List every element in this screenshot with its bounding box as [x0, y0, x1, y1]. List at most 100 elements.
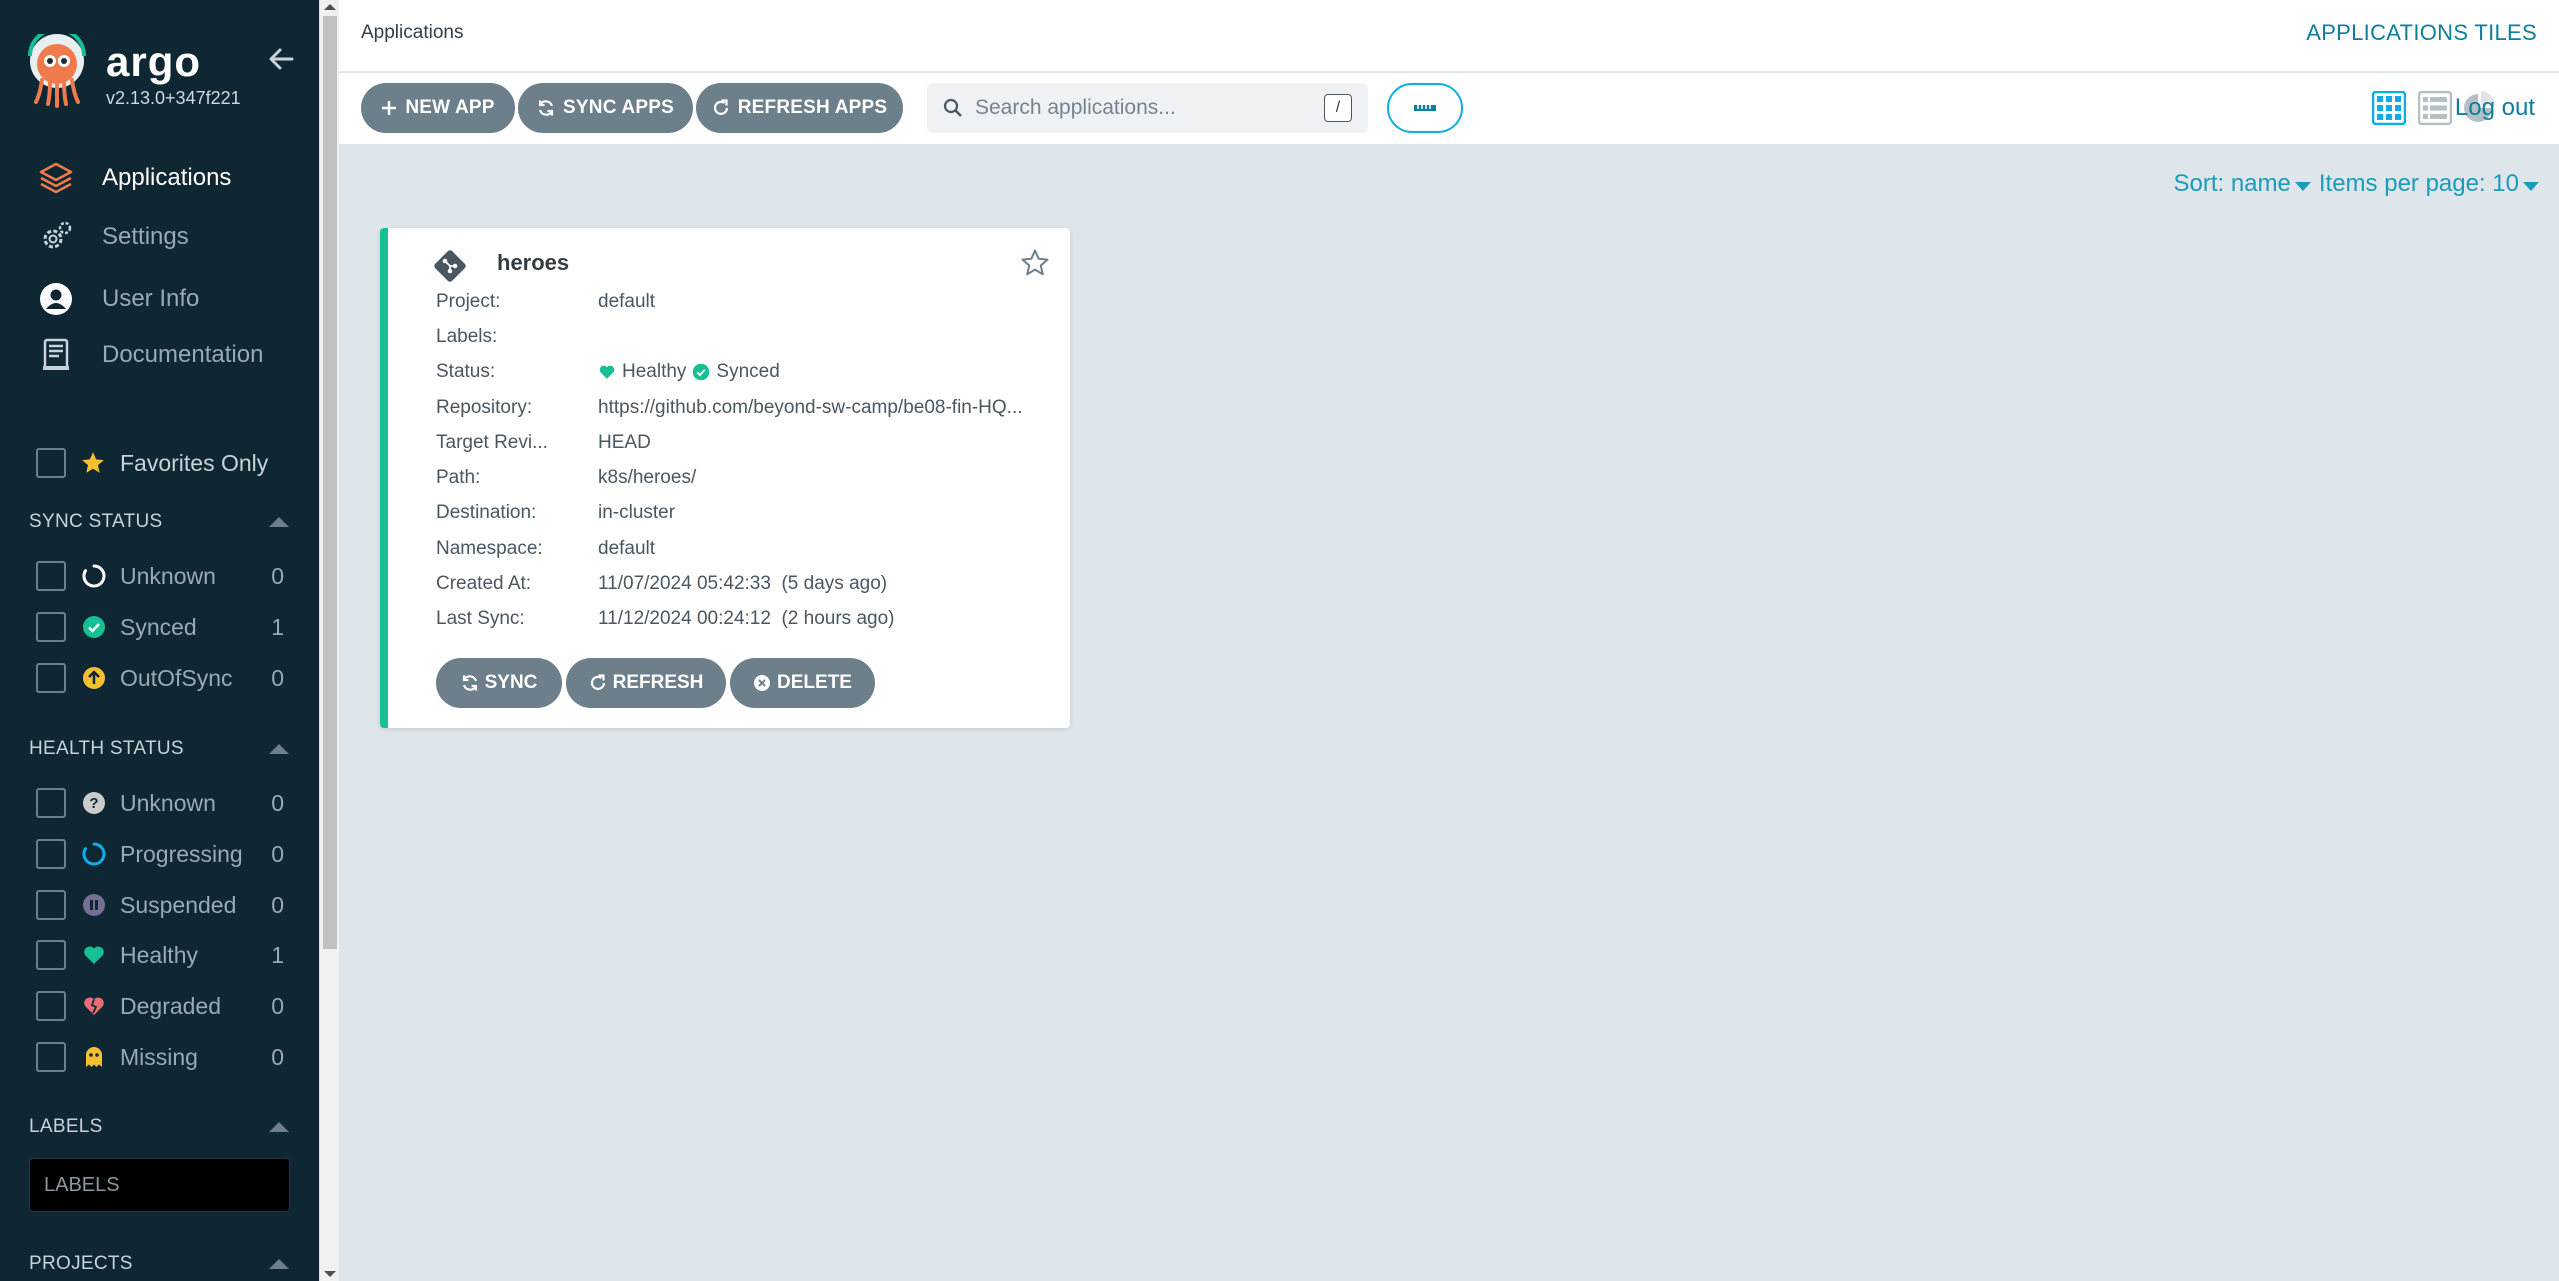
sort-dropdown[interactable]: Sort: name — [2173, 170, 2311, 198]
health-filter-missing[interactable]: Missing 0 — [36, 1040, 284, 1074]
pause-circle-icon — [82, 893, 106, 917]
sync-status-text: Synced — [716, 361, 780, 382]
list-view-icon[interactable] — [2417, 90, 2453, 126]
scrollbar-thumb[interactable] — [323, 16, 337, 949]
field-destination: Destination: in-cluster — [436, 499, 1056, 527]
field-value: default — [598, 538, 656, 559]
git-icon — [434, 250, 466, 282]
filter-label: Progressing — [120, 840, 243, 867]
field-key: Project: — [436, 291, 501, 312]
filter-count: 0 — [271, 562, 284, 589]
labels-filter-input[interactable]: LABELS — [29, 1158, 290, 1212]
sync-filter-unknown[interactable]: Unknown 0 — [36, 559, 284, 593]
refresh-label: REFRESH — [612, 672, 704, 693]
sync-button[interactable]: SYNC — [436, 658, 562, 708]
collapse-sidebar-icon[interactable] — [264, 42, 298, 76]
sync-icon — [462, 675, 477, 691]
health-status-header: HEALTH STATUS — [29, 738, 289, 760]
collapse-caret-icon[interactable] — [269, 744, 289, 754]
search-input[interactable]: Search applications... / — [927, 83, 1368, 133]
projects-header: PROJECTS — [29, 1253, 289, 1275]
spinner-icon — [82, 842, 106, 866]
nav-user-info[interactable]: User Info — [36, 277, 306, 321]
search-shortcut-key: / — [1324, 94, 1352, 122]
delete-button[interactable]: DELETE — [730, 658, 875, 708]
labels-title: LABELS — [29, 1116, 103, 1137]
checkbox[interactable] — [36, 561, 66, 591]
tiles-view-icon[interactable] — [2371, 90, 2407, 126]
field-created-at: Created At: 11/07/2024 05:42:33 (5 days a… — [436, 570, 1056, 598]
checkbox[interactable] — [36, 890, 66, 920]
question-circle-icon: ? — [82, 791, 106, 815]
items-per-page-label: Items per page: 10 — [2318, 170, 2519, 197]
favorites-checkbox[interactable] — [36, 448, 66, 478]
refresh-apps-button[interactable]: REFRESH APPS — [696, 83, 903, 133]
filter-count: 0 — [271, 1043, 284, 1070]
field-project: Project: default — [436, 288, 1056, 316]
logout-link[interactable]: Log out — [2455, 94, 2535, 122]
health-filter-suspended[interactable]: Suspended 0 — [36, 888, 284, 922]
field-value: in-cluster — [598, 502, 676, 523]
ghost-icon — [82, 1045, 106, 1069]
breadcrumb[interactable]: Applications — [361, 22, 463, 44]
favorites-only-filter[interactable]: Favorites Only — [36, 448, 268, 478]
checkbox[interactable] — [36, 839, 66, 869]
brand-version: v2.13.0+347f221 — [106, 88, 241, 108]
search-placeholder: Search applications... — [975, 96, 1176, 119]
favorite-star-icon[interactable] — [1020, 248, 1050, 278]
check-circle-icon — [693, 363, 710, 381]
arrow-up-circle-icon — [82, 666, 106, 690]
checkbox[interactable] — [36, 612, 66, 642]
filter-label: Synced — [120, 613, 197, 640]
health-status-text: Healthy — [622, 361, 687, 382]
sidebar-scrollbar[interactable] — [319, 0, 339, 1281]
refresh-icon — [713, 99, 728, 115]
brand-name: argo — [106, 38, 202, 85]
field-path: Path: k8s/heroes/ — [436, 464, 1056, 492]
health-filter-unknown[interactable]: ? Unknown 0 — [36, 786, 284, 820]
health-filter-degraded[interactable]: Degraded 0 — [36, 989, 284, 1023]
scroll-down-arrow-icon[interactable] — [324, 1271, 336, 1277]
heart-icon — [82, 943, 106, 967]
field-key: Repository: — [436, 397, 533, 418]
new-app-button[interactable]: NEW APP — [361, 83, 515, 133]
nav-label: Documentation — [102, 341, 264, 368]
collapse-caret-icon[interactable] — [269, 517, 289, 527]
new-app-label: NEW APP — [405, 97, 495, 118]
field-key: Created At: — [436, 573, 532, 594]
collapse-caret-icon[interactable] — [269, 1259, 289, 1269]
sync-apps-button[interactable]: SYNC APPS — [518, 83, 693, 133]
field-key: Target Revi... — [436, 432, 548, 453]
nav-applications[interactable]: Applications — [36, 156, 306, 200]
refresh-apps-label: REFRESH APPS — [737, 97, 888, 118]
sync-filter-synced[interactable]: Synced 1 — [36, 610, 284, 644]
sync-filter-outofsync[interactable]: OutOfSync 0 — [36, 661, 284, 695]
field-target-revision: Target Revi... HEAD — [436, 429, 1056, 457]
nav-documentation[interactable]: Documentation — [36, 333, 306, 377]
collapse-caret-icon[interactable] — [269, 1122, 289, 1132]
field-value: 11/12/2024 00:24:12 (2 hours ago) — [598, 608, 895, 629]
user-circle-icon — [36, 279, 76, 319]
refresh-button[interactable]: REFRESH — [566, 658, 726, 708]
filter-label: Unknown — [120, 562, 216, 589]
field-key: Last Sync: — [436, 608, 525, 629]
sort-controls: Sort: name Items per page: 10 — [2173, 170, 2539, 198]
checkbox[interactable] — [36, 663, 66, 693]
checkbox[interactable] — [36, 788, 66, 818]
checkbox[interactable] — [36, 991, 66, 1021]
scroll-up-arrow-icon[interactable] — [324, 4, 336, 10]
health-status-title: HEALTH STATUS — [29, 738, 184, 759]
checkbox[interactable] — [36, 1042, 66, 1072]
application-card[interactable]: heroes Project: default Labels: Status: H… — [380, 228, 1070, 728]
field-status: Status: Healthy Synced — [436, 358, 1056, 386]
nav-settings[interactable]: Settings — [36, 215, 306, 259]
items-per-page-dropdown[interactable]: Items per page: 10 — [2319, 170, 2539, 198]
filters-toggle-button[interactable] — [1387, 83, 1463, 133]
app-name[interactable]: heroes — [497, 250, 569, 276]
health-filter-progressing[interactable]: Progressing 0 — [36, 837, 284, 871]
sync-status-title: SYNC STATUS — [29, 511, 163, 532]
star-icon — [82, 452, 104, 473]
filter-count: 0 — [271, 664, 284, 691]
health-filter-healthy[interactable]: Healthy 1 — [36, 938, 284, 972]
checkbox[interactable] — [36, 940, 66, 970]
